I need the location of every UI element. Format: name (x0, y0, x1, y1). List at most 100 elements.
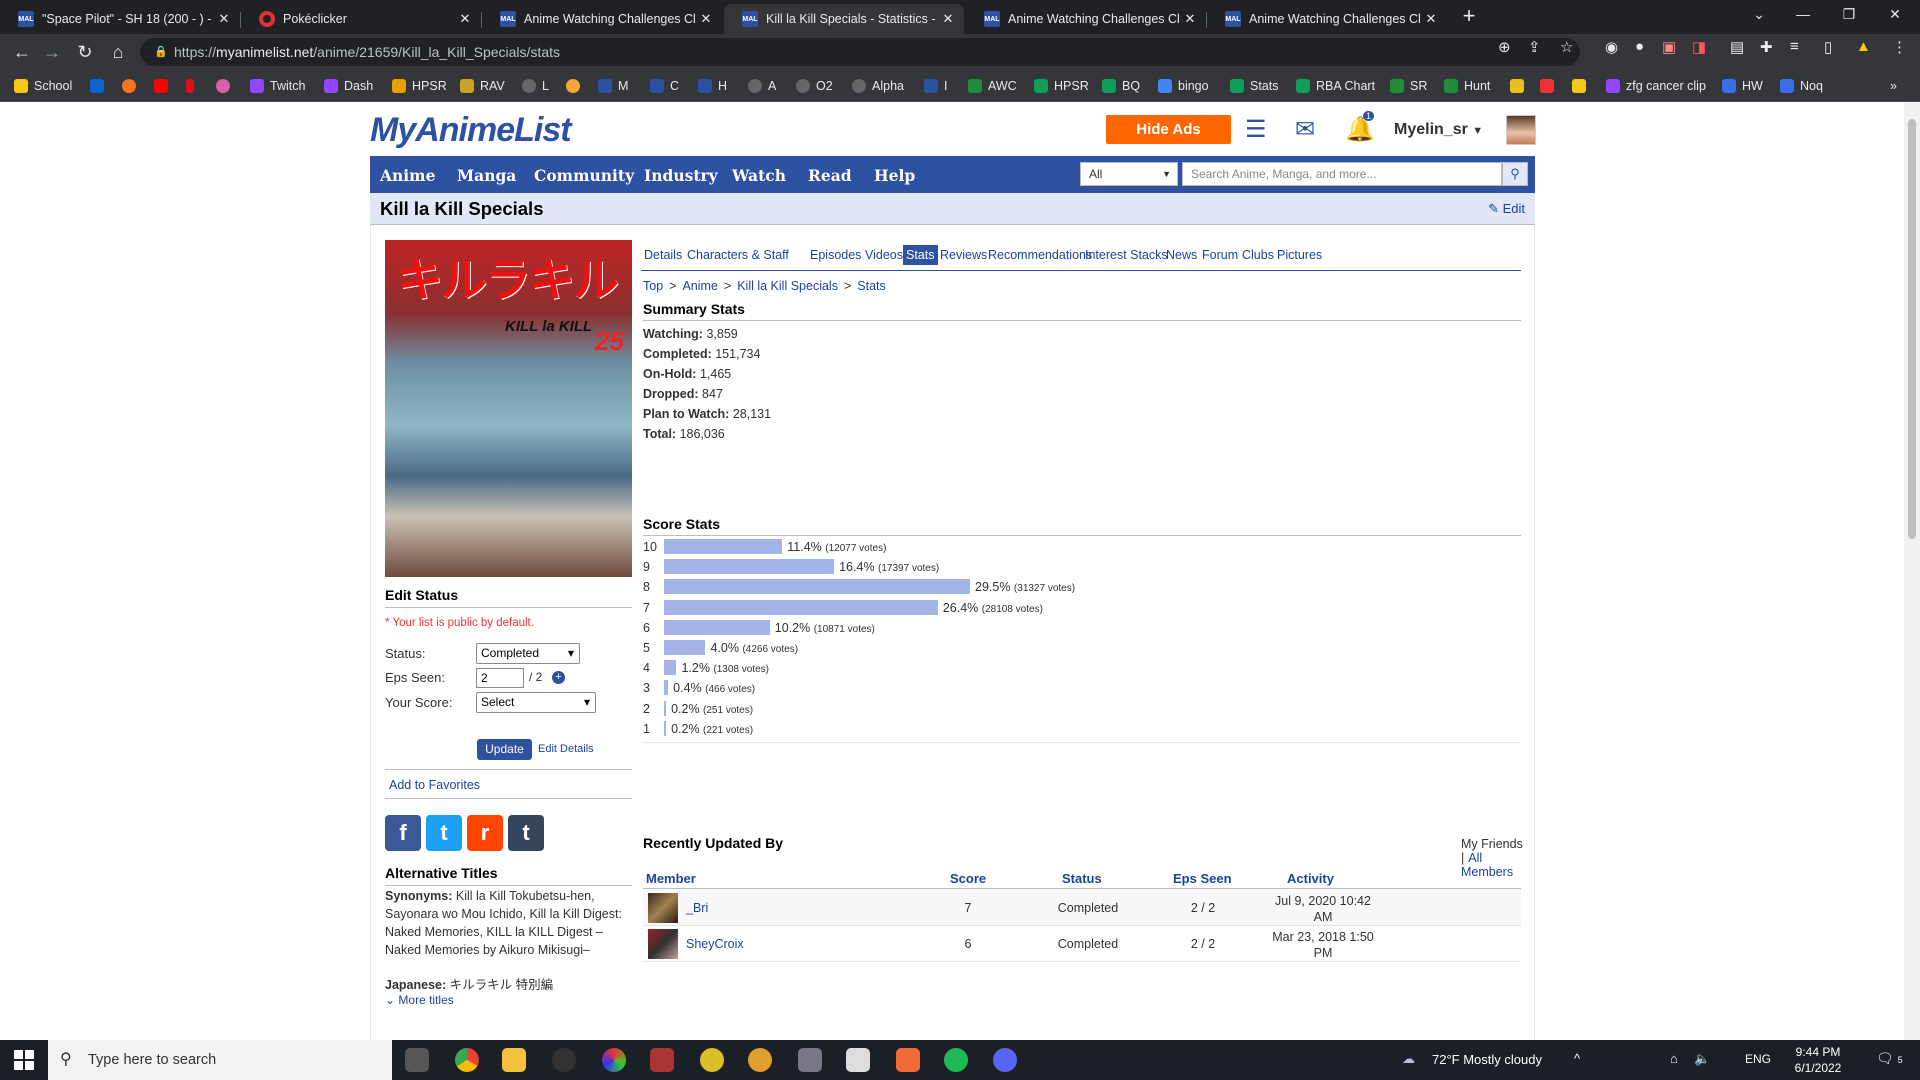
discord-icon[interactable] (993, 1048, 1017, 1072)
extensions-puzzle-icon[interactable]: ✚ (1760, 38, 1773, 56)
close-window-button[interactable]: ✕ (1872, 0, 1918, 30)
address-bar[interactable]: 🔒 https://myanimelist.net/anime/21659/Kil… (140, 38, 1580, 66)
nav-read[interactable]: Read (808, 166, 852, 185)
obs-icon[interactable] (552, 1048, 576, 1072)
tab-episodes[interactable]: Episodes (807, 245, 864, 265)
reading-list-icon[interactable]: ≡ (1790, 38, 1799, 55)
home-icon[interactable]: ⌂ (106, 40, 130, 64)
breadcrumb-title[interactable]: Kill la Kill Specials (737, 279, 838, 293)
bookmark-dash[interactable]: Dash (324, 77, 373, 95)
tab-details[interactable]: Details (641, 245, 685, 265)
bookmark-zfg-clip[interactable]: zfg cancer clip (1606, 77, 1706, 95)
bookmark-pie[interactable] (566, 77, 586, 95)
bookmark-star-icon[interactable]: ☆ (1560, 38, 1573, 56)
nav-help[interactable]: Help (874, 166, 915, 185)
bookmark-hw[interactable]: HW (1722, 77, 1763, 95)
tab-reviews[interactable]: Reviews (937, 245, 990, 265)
member-avatar[interactable] (648, 893, 678, 923)
facebook-icon[interactable]: f (385, 815, 421, 851)
more-titles-link[interactable]: ⌄ More titles (385, 993, 454, 1007)
app-icon[interactable] (748, 1048, 772, 1072)
close-tab-icon[interactable]: ✕ (455, 11, 475, 27)
hide-ads-button[interactable]: Hide Ads (1106, 115, 1231, 144)
breadcrumb-stats[interactable]: Stats (857, 279, 886, 293)
bookmark-twitch[interactable]: Twitch (250, 77, 305, 95)
bookmark-bingo[interactable]: bingo (1158, 77, 1209, 95)
bookmark-pokemon[interactable] (216, 77, 236, 95)
tray-chevron-icon[interactable]: ^ (1574, 1051, 1580, 1066)
close-tab-icon[interactable]: ✕ (1421, 11, 1441, 27)
minimize-button[interactable]: — (1780, 0, 1826, 30)
tab-news[interactable]: News (1163, 245, 1200, 265)
bookmark-i[interactable]: I (924, 77, 947, 95)
bookmark-hunt[interactable]: Hunt (1444, 77, 1490, 95)
bookmark-rba-chart[interactable]: RBA Chart (1296, 77, 1375, 95)
notification-center-icon[interactable]: 🗨 5 (1876, 1050, 1903, 1067)
app-icon[interactable] (700, 1048, 724, 1072)
file-explorer-icon[interactable] (502, 1048, 526, 1072)
bookmark-sr[interactable]: SR (1390, 77, 1427, 95)
new-tab-button[interactable]: + (1455, 4, 1483, 30)
reddit-icon[interactable]: r (467, 815, 503, 851)
bookmark-alpha[interactable]: Alpha (852, 77, 904, 95)
bookmark-flag[interactable] (1540, 77, 1560, 95)
bookmark-school[interactable]: School (14, 77, 72, 95)
bookmark-awc[interactable]: AWC (968, 77, 1017, 95)
tab-interest-stacks[interactable]: Interest Stacks (1082, 245, 1171, 265)
extension-icon[interactable]: ▣ (1662, 38, 1676, 56)
profile-avatar-icon[interactable]: ▲ (1856, 38, 1871, 55)
bookmark-rav[interactable]: RAV (460, 77, 505, 95)
taskbar-search-input[interactable]: ⚲ Type here to search (48, 1040, 392, 1080)
bookmark-noq[interactable]: Noq (1780, 77, 1823, 95)
bookmark-o2[interactable]: O2 (796, 77, 833, 95)
app-icon[interactable] (896, 1048, 920, 1072)
cover-image[interactable]: キルラキル KILL la KILL 25 (385, 240, 632, 577)
app-icon[interactable] (602, 1048, 626, 1072)
forward-icon[interactable]: → (40, 40, 64, 64)
app-icon[interactable] (846, 1048, 870, 1072)
eps-seen-input[interactable]: 2 (476, 668, 524, 688)
task-view-icon[interactable] (405, 1048, 429, 1072)
back-icon[interactable]: ← (10, 40, 34, 64)
nav-community[interactable]: Community (534, 166, 634, 185)
tab-characters-staff[interactable]: Characters & Staff (684, 245, 792, 265)
add-to-favorites-link[interactable]: Add to Favorites (389, 778, 480, 792)
language-indicator[interactable]: ENG (1745, 1052, 1771, 1066)
score-select[interactable]: Select (476, 692, 596, 713)
extension-icon[interactable]: ◨ (1692, 38, 1706, 56)
app-icon[interactable] (650, 1048, 674, 1072)
reload-icon[interactable]: ↻ (73, 40, 97, 64)
volume-icon[interactable]: 🔈 (1694, 1051, 1710, 1067)
site-logo[interactable]: MyAnimeList (370, 111, 572, 150)
browser-tab[interactable]: MAL Anime Watching Challenges Club ✕ (966, 4, 1206, 34)
tab-stats[interactable]: Stats (903, 245, 938, 265)
member-avatar[interactable] (648, 929, 678, 959)
bookmark-link[interactable] (1510, 77, 1530, 95)
member-link[interactable]: SheyCroix (686, 937, 744, 951)
bookmark-c[interactable]: C (650, 77, 679, 95)
mail-icon[interactable]: ✉ (1295, 115, 1315, 144)
tab-recommendations[interactable]: Recommendations (985, 245, 1095, 265)
app-icon[interactable] (798, 1048, 822, 1072)
nav-industry[interactable]: Industry (644, 166, 718, 185)
tab-videos[interactable]: Videos (862, 245, 906, 265)
status-select[interactable]: Completed (476, 643, 580, 664)
browser-tab[interactable]: MAL Anime Watching Challenges Club ✕ (482, 4, 722, 34)
breadcrumb-anime[interactable]: Anime (682, 279, 717, 293)
bookmark-netflix[interactable] (186, 77, 200, 95)
chrome-icon[interactable] (455, 1048, 479, 1072)
close-tab-icon[interactable]: ✕ (696, 11, 716, 27)
bookmark-stats[interactable]: Stats (1230, 77, 1279, 95)
browser-tab[interactable]: MAL "Space Pilot" - SH 18 (200 - ) - Fo ✕ (0, 4, 240, 34)
bookmark-crunchyroll[interactable] (122, 77, 142, 95)
bookmark-l[interactable]: L (522, 77, 549, 95)
nav-watch[interactable]: Watch (732, 166, 786, 185)
bookmark-hpsr[interactable]: HPSR (392, 77, 447, 95)
bookmark-hpsr-2[interactable]: HPSR (1034, 77, 1089, 95)
bookmark-bq[interactable]: BQ (1102, 77, 1140, 95)
taskbar-clock[interactable]: 9:44 PM 6/1/2022 (1788, 1044, 1848, 1076)
member-link[interactable]: _Bri (686, 901, 708, 915)
user-menu[interactable]: Myelin_sr ▼ (1394, 121, 1483, 139)
bookmark-a[interactable]: A (748, 77, 776, 95)
bookmark-m[interactable]: M (598, 77, 628, 95)
